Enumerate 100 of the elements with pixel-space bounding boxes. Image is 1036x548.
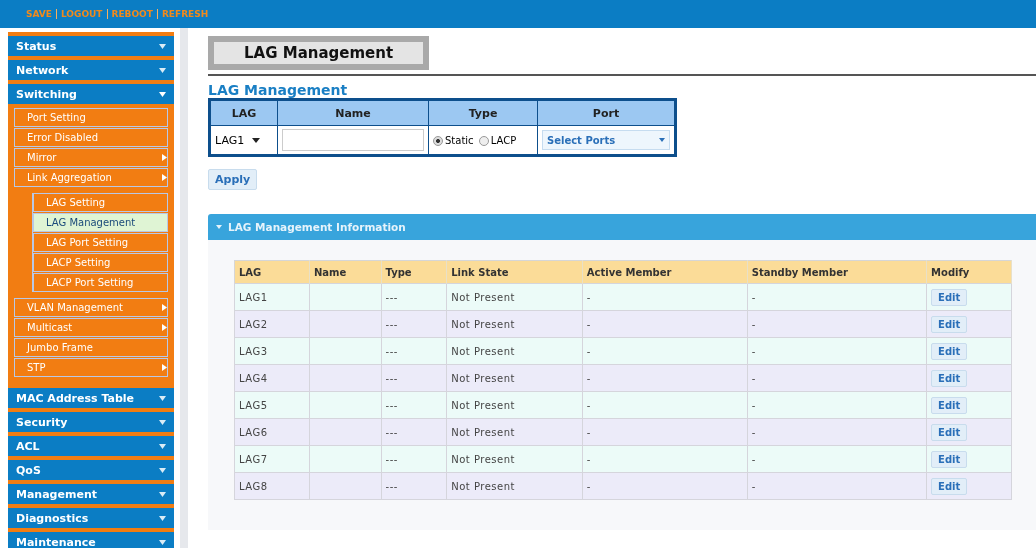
table-cell: -	[586, 318, 591, 330]
table-cell: LAG3	[239, 345, 268, 357]
sidebar-item[interactable]: Error Disabled	[14, 128, 169, 147]
sidebar-item[interactable]: Multicast	[14, 318, 169, 337]
caret-icon	[159, 395, 167, 401]
port-dropdown[interactable]: Select Ports	[542, 130, 670, 150]
table-cell: Not Present	[451, 291, 515, 303]
table-cell: -	[586, 291, 591, 303]
table-cell: LAG6	[239, 426, 268, 438]
table-cell: ---	[385, 426, 398, 438]
table-cell: Not Present	[451, 318, 515, 330]
table-cell: -	[751, 399, 756, 411]
caret-right-icon	[162, 324, 168, 331]
edit-button[interactable]: Edit	[931, 288, 968, 306]
table-cell: LAG1	[239, 291, 268, 303]
table-cell: ---	[385, 345, 398, 357]
sidebar-item[interactable]: LAG Management	[33, 213, 169, 232]
sidebar-section[interactable]: Switching	[8, 80, 175, 104]
column-header: Standby Member	[747, 260, 927, 284]
column-header: LAG	[209, 99, 278, 126]
table-cell: Not Present	[451, 453, 515, 465]
table-cell: LAG5	[239, 399, 268, 411]
sidebar-item[interactable]: Port Setting	[14, 108, 169, 127]
caret-right-icon	[162, 364, 168, 371]
sidebar-section[interactable]: Management	[8, 480, 175, 504]
table-cell: Not Present	[451, 426, 515, 438]
caret-icon	[159, 443, 167, 449]
table-cell: -	[586, 399, 591, 411]
table-cell: -	[751, 318, 756, 330]
table-cell: -	[751, 372, 756, 384]
table-cell: ---	[385, 318, 398, 330]
sidebar-section[interactable]: Maintenance	[8, 528, 175, 548]
sidebar-section[interactable]: Network	[8, 56, 175, 80]
caret-down-icon	[159, 91, 167, 97]
sidebar-item[interactable]: Link Aggregation	[14, 168, 169, 187]
sidebar-item[interactable]: LAG Setting	[33, 193, 169, 212]
apply-button[interactable]: Apply	[208, 169, 258, 190]
edit-button[interactable]: Edit	[931, 423, 968, 441]
table-cell: LAG8	[239, 480, 268, 492]
section-title: LAG Management	[208, 82, 349, 98]
column-header: LAG	[234, 260, 310, 284]
edit-button[interactable]: Edit	[931, 396, 968, 414]
type-radio[interactable]: Static	[433, 135, 474, 146]
table-cell: LAG7	[239, 453, 268, 465]
table-cell: Not Present	[451, 345, 515, 357]
edit-button[interactable]: Edit	[931, 342, 968, 360]
caret-icon	[159, 539, 167, 545]
table-cell: ---	[385, 372, 398, 384]
table-cell: -	[751, 291, 756, 303]
sidebar-item[interactable]: VLAN Management	[14, 298, 169, 317]
sidebar-item[interactable]: STP	[14, 358, 169, 377]
table-cell: ---	[385, 480, 398, 492]
caret-icon	[159, 491, 167, 497]
table-cell: -	[586, 372, 591, 384]
caret-icon	[159, 67, 167, 73]
sidebar-section[interactable]: Status	[8, 32, 175, 56]
sidebar-item[interactable]: Mirror	[14, 148, 169, 167]
edit-button[interactable]: Edit	[931, 315, 968, 333]
caret-down-icon	[216, 225, 222, 229]
column-header: Active Member	[582, 260, 748, 284]
sidebar-item[interactable]: LAG Port Setting	[33, 233, 169, 252]
table-cell: Not Present	[451, 480, 515, 492]
table-cell: -	[586, 480, 591, 492]
table-cell: -	[751, 453, 756, 465]
table-cell: -	[751, 345, 756, 357]
dropdown-icon	[659, 138, 665, 142]
table-cell: Not Present	[451, 372, 515, 384]
dropdown-icon	[252, 137, 261, 143]
column-header: Type	[381, 260, 447, 284]
table-cell: LAG2	[239, 318, 268, 330]
edit-button[interactable]: Edit	[931, 369, 968, 387]
sidebar-section[interactable]: QoS	[8, 456, 175, 480]
sidebar-section[interactable]: Security	[8, 408, 175, 432]
column-header: Modify	[926, 260, 1012, 284]
sidebar-item[interactable]: LACP Port Setting	[33, 273, 169, 292]
sidebar-section[interactable]: ACL	[8, 432, 175, 456]
caret-icon	[159, 515, 167, 521]
column-header: Link State	[446, 260, 583, 284]
name-field[interactable]	[282, 129, 424, 151]
caret-right-icon	[162, 174, 168, 181]
caret-icon	[159, 419, 167, 425]
sidebar-section[interactable]: Diagnostics	[8, 504, 175, 528]
table-cell: LAG4	[239, 372, 268, 384]
caret-right-icon	[162, 154, 168, 161]
edit-button[interactable]: Edit	[931, 450, 968, 468]
sidebar-section[interactable]: MAC Address Table	[8, 384, 175, 408]
table-cell: Not Present	[451, 399, 515, 411]
sidebar-item[interactable]: Jumbo Frame	[14, 338, 169, 357]
table-cell: -	[586, 345, 591, 357]
table-cell: -	[586, 453, 591, 465]
caret-icon	[159, 43, 167, 49]
edit-button[interactable]: Edit	[931, 477, 968, 495]
sidebar-item[interactable]: LACP Setting	[33, 253, 169, 272]
panel-header[interactable]: LAG Management Information	[208, 214, 1036, 240]
table-cell: ---	[385, 453, 398, 465]
column-header: Name	[309, 260, 382, 284]
table-cell: ---	[385, 399, 398, 411]
page-title: LAG Management	[208, 36, 430, 70]
type-radio[interactable]: LACP	[478, 135, 517, 146]
caret-icon	[159, 467, 167, 473]
